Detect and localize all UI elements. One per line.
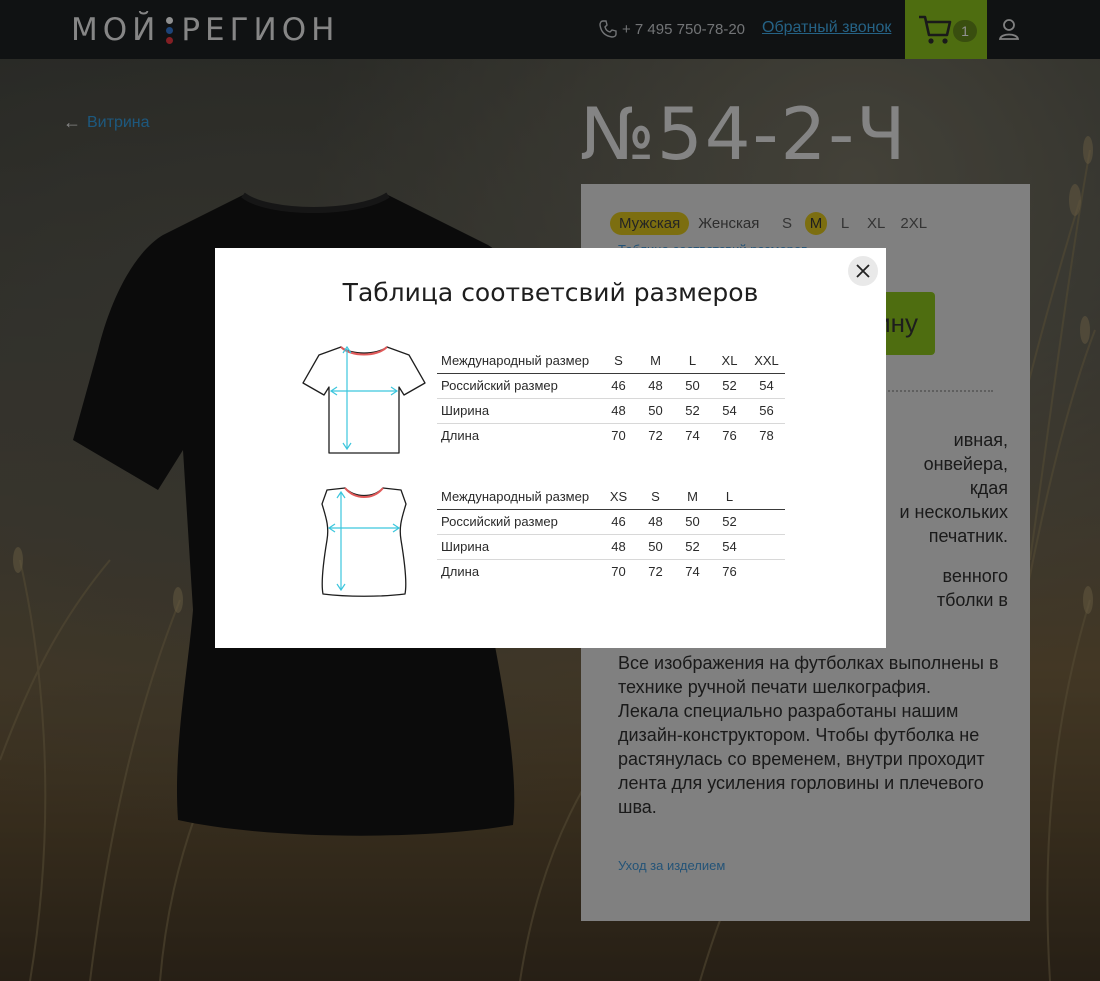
table-cell: 74 bbox=[674, 422, 711, 448]
table-row: Ширина 48 50 52 54 bbox=[437, 533, 785, 559]
table-cell: 70 bbox=[600, 422, 637, 448]
table-empty-cell bbox=[748, 558, 785, 584]
table-cell: 72 bbox=[637, 558, 674, 584]
table-header-label: Международный размер bbox=[441, 488, 590, 504]
table-row: Российский размер 46 48 50 52 bbox=[437, 508, 785, 534]
male-tshirt-diagram bbox=[302, 345, 426, 454]
table-row: Длина 70 72 74 76 78 bbox=[437, 422, 785, 448]
table-cell: 74 bbox=[674, 558, 711, 584]
close-icon bbox=[856, 264, 870, 278]
table-cell: 52 bbox=[711, 372, 748, 398]
table-cell: 76 bbox=[711, 422, 748, 448]
table-header-cell: S bbox=[614, 352, 623, 368]
table-cell: 50 bbox=[637, 533, 674, 559]
table-empty-cell bbox=[748, 533, 785, 559]
table-cell: 48 bbox=[600, 397, 637, 423]
table-header-cell: XL bbox=[721, 352, 738, 368]
table-header-cell: L bbox=[688, 352, 697, 368]
table-row: Российский размер 46 48 50 52 54 bbox=[437, 372, 785, 398]
table-empty-cell bbox=[748, 484, 785, 509]
table-cell: 52 bbox=[674, 397, 711, 423]
table-header-cell: XXL bbox=[754, 352, 779, 368]
table-row-label: Длина bbox=[437, 422, 600, 448]
close-button[interactable] bbox=[848, 256, 878, 286]
table-cell: 72 bbox=[637, 422, 674, 448]
table-row: Длина 70 72 74 76 bbox=[437, 558, 785, 584]
table-cell: 70 bbox=[600, 558, 637, 584]
table-row-label: Российский размер bbox=[437, 508, 600, 534]
table-cell: 46 bbox=[600, 372, 637, 398]
table-header-label: Международный размер bbox=[441, 352, 590, 368]
table-cell: 76 bbox=[711, 558, 748, 584]
table-cell: 52 bbox=[711, 508, 748, 534]
size-chart-modal: Таблица соответсвий размеров Международн… bbox=[215, 248, 886, 648]
table-header-cell: S bbox=[651, 488, 660, 504]
table-cell: 46 bbox=[600, 508, 637, 534]
table-row: Международный размер XS S M L bbox=[437, 484, 785, 509]
table-header-cell: M bbox=[650, 352, 661, 368]
table-row-label: Ширина bbox=[437, 397, 600, 423]
table-row-label: Ширина bbox=[437, 533, 600, 559]
table-cell: 54 bbox=[711, 533, 748, 559]
modal-title: Таблица соответсвий размеров bbox=[342, 278, 759, 307]
table-cell: 52 bbox=[674, 533, 711, 559]
table-empty-cell bbox=[748, 508, 785, 534]
table-cell: 50 bbox=[637, 397, 674, 423]
table-cell: 50 bbox=[674, 372, 711, 398]
male-size-table: Международный размер S M L XL XXL Россий… bbox=[437, 348, 785, 448]
table-cell: 48 bbox=[637, 508, 674, 534]
table-row: Международный размер S M L XL XXL bbox=[437, 348, 785, 373]
table-row: Ширина 48 50 52 54 56 bbox=[437, 397, 785, 423]
table-header-cell: M bbox=[687, 488, 698, 504]
table-cell: 54 bbox=[711, 397, 748, 423]
table-cell: 56 bbox=[748, 397, 785, 423]
table-cell: 48 bbox=[637, 372, 674, 398]
female-tshirt-diagram bbox=[321, 487, 407, 597]
table-header-cell: XS bbox=[609, 488, 628, 504]
table-header-cell: L bbox=[725, 488, 734, 504]
female-size-table: Международный размер XS S M L Российский… bbox=[437, 484, 785, 584]
table-row-label: Российский размер bbox=[437, 372, 600, 398]
table-row-label: Длина bbox=[437, 558, 600, 584]
table-cell: 50 bbox=[674, 508, 711, 534]
table-cell: 48 bbox=[600, 533, 637, 559]
table-cell: 78 bbox=[748, 422, 785, 448]
table-cell: 54 bbox=[748, 372, 785, 398]
